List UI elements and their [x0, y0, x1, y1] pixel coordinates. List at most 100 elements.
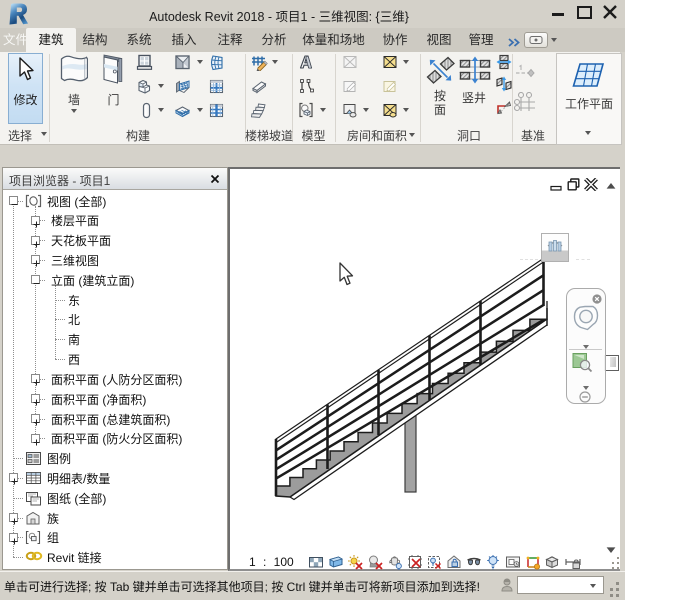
tab-协作[interactable]: 协作	[371, 28, 419, 52]
expand-ribbon-chevron-icon[interactable]	[506, 35, 522, 47]
tree-item-西[interactable]: 西	[3, 351, 227, 367]
tree-item-楼层平面[interactable]: 楼层平面	[3, 212, 227, 228]
column-dropdown-icon[interactable]	[158, 108, 164, 112]
drawing-area[interactable]: 1 : 100	[228, 167, 620, 571]
tree-item-组[interactable]: 组	[3, 529, 227, 545]
column-button[interactable]	[138, 102, 154, 118]
minimize-button[interactable]	[544, 0, 570, 28]
navbar-wheel-dropdown-icon[interactable]	[582, 337, 590, 343]
locked-3d-icon[interactable]	[446, 554, 463, 570]
ribbon-display-dropdown-icon[interactable]	[551, 38, 557, 42]
render-icon[interactable]	[387, 554, 404, 570]
tree-item-东[interactable]: 东	[3, 292, 227, 308]
tree-item-北[interactable]: 北	[3, 311, 227, 327]
tree-item-图例[interactable]: 图例	[3, 450, 227, 466]
door-button[interactable]: 门	[96, 53, 131, 121]
roof-dropdown-icon[interactable]	[197, 60, 203, 64]
area-dropdown-icon[interactable]	[403, 60, 409, 64]
navbar-collapse-icon[interactable]	[579, 390, 591, 402]
combo-dropdown-icon[interactable]	[590, 584, 596, 588]
project-browser-close-icon[interactable]	[209, 173, 221, 185]
displacement-icon[interactable]	[544, 554, 561, 570]
window-button[interactable]	[136, 54, 152, 70]
expand-icon[interactable]	[31, 255, 40, 264]
scroll-up-icon[interactable]	[606, 177, 616, 185]
view-close-icon[interactable]	[584, 178, 598, 191]
ceiling-button[interactable]	[174, 78, 190, 94]
stairs-panel-label[interactable]: 楼梯坡道	[245, 127, 292, 142]
modify-button[interactable]: 修改	[8, 53, 43, 124]
area-boundary-button[interactable]	[382, 78, 398, 94]
expand-icon[interactable]	[9, 513, 18, 522]
visual-style-icon[interactable]	[328, 554, 345, 570]
navbar-close-icon[interactable]	[592, 291, 602, 301]
expand-icon[interactable]	[31, 414, 40, 423]
roof-button[interactable]	[174, 54, 190, 70]
opening-panel-label[interactable]: 洞口	[446, 127, 492, 142]
workplane-panel[interactable]: 工作平面	[556, 53, 622, 145]
expand-icon[interactable]	[31, 216, 40, 225]
tree-item-三维视图[interactable]: 三维视图	[3, 252, 227, 268]
room-area-panel-dropdown-icon[interactable]	[409, 133, 415, 137]
tag-area-dropdown-icon[interactable]	[403, 108, 409, 112]
area-button[interactable]	[382, 54, 398, 70]
railing-dropdown-icon[interactable]	[272, 60, 278, 64]
tree-item-面积平面 (净面积)[interactable]: 面积平面 (净面积)	[3, 391, 227, 407]
model-line-button[interactable]	[298, 78, 314, 94]
model-text-button[interactable]	[298, 54, 314, 70]
select-panel-label[interactable]: 选择	[2, 127, 38, 142]
stair-button[interactable]	[250, 102, 268, 118]
tree-item-面积平面 (人防分区面积)[interactable]: 面积平面 (人防分区面积)	[3, 371, 227, 387]
view-resize-grip[interactable]	[612, 557, 620, 569]
window-resize-grip[interactable]	[610, 582, 620, 596]
grid-button[interactable]	[514, 92, 536, 112]
crop-view-icon[interactable]	[407, 554, 424, 570]
expand-icon[interactable]	[31, 394, 40, 403]
tab-体量和场地[interactable]: 体量和场地	[300, 28, 367, 52]
design-options-combo[interactable]	[517, 576, 604, 594]
tag-room-button[interactable]	[342, 102, 358, 118]
tab-管理[interactable]: 管理	[457, 28, 505, 52]
curtain-grid-button[interactable]	[208, 78, 224, 94]
tab-建筑[interactable]: 建筑	[26, 28, 76, 52]
close-button[interactable]	[597, 0, 623, 28]
railing-button[interactable]	[250, 54, 268, 70]
project-browser-titlebar[interactable]: 项目浏览器 - 项目1	[3, 168, 227, 190]
mullion-button[interactable]	[208, 102, 224, 118]
component-dropdown-icon[interactable]	[158, 84, 164, 88]
tab-结构[interactable]: 结构	[71, 28, 119, 52]
expand-icon[interactable]	[31, 434, 40, 443]
tree-item-天花板平面[interactable]: 天花板平面	[3, 232, 227, 248]
temp-view-props-icon[interactable]	[505, 554, 522, 570]
mini-toolbar-button[interactable]	[541, 233, 569, 262]
model-group-dropdown-icon[interactable]	[320, 108, 326, 112]
scroll-down-icon[interactable]	[606, 541, 616, 549]
component-button[interactable]	[136, 78, 152, 94]
tree-item-视图 (全部)[interactable]: 视图 (全部)	[3, 193, 227, 209]
constraints-icon[interactable]	[564, 554, 581, 570]
crop-region-icon[interactable]	[426, 554, 443, 570]
tree-item-面积平面 (总建筑面积)[interactable]: 面积平面 (总建筑面积)	[3, 411, 227, 427]
tab-分析[interactable]: 分析	[250, 28, 298, 52]
shadows-icon[interactable]	[367, 554, 384, 570]
floor-button[interactable]	[174, 102, 190, 118]
tab-系统[interactable]: 系统	[115, 28, 163, 52]
dormer-button[interactable]	[496, 99, 512, 115]
detail-level-icon[interactable]	[308, 554, 325, 570]
tree-item-Revit 链接[interactable]: Revit 链接	[3, 549, 227, 565]
tag-area-button[interactable]	[382, 102, 398, 118]
wall-opening-button[interactable]	[496, 54, 512, 70]
wall-button[interactable]: 墙	[52, 53, 96, 121]
maximize-button[interactable]	[571, 0, 597, 28]
opening-by-face-button[interactable]: 按面	[424, 53, 456, 121]
expand-icon[interactable]	[31, 236, 40, 245]
build-panel-label[interactable]: 构建	[98, 127, 178, 142]
analytical-model-icon[interactable]	[525, 554, 542, 570]
tree-item-明细表/数量[interactable]: 明细表/数量	[3, 470, 227, 486]
tree-item-面积平面 (防火分区面积)[interactable]: 面积平面 (防火分区面积)	[3, 430, 227, 446]
floor-dropdown-icon[interactable]	[197, 108, 203, 112]
sun-path-icon[interactable]	[347, 554, 364, 570]
level-button[interactable]	[515, 62, 535, 78]
expand-icon[interactable]	[9, 473, 18, 482]
curtain-system-button[interactable]	[208, 54, 224, 70]
